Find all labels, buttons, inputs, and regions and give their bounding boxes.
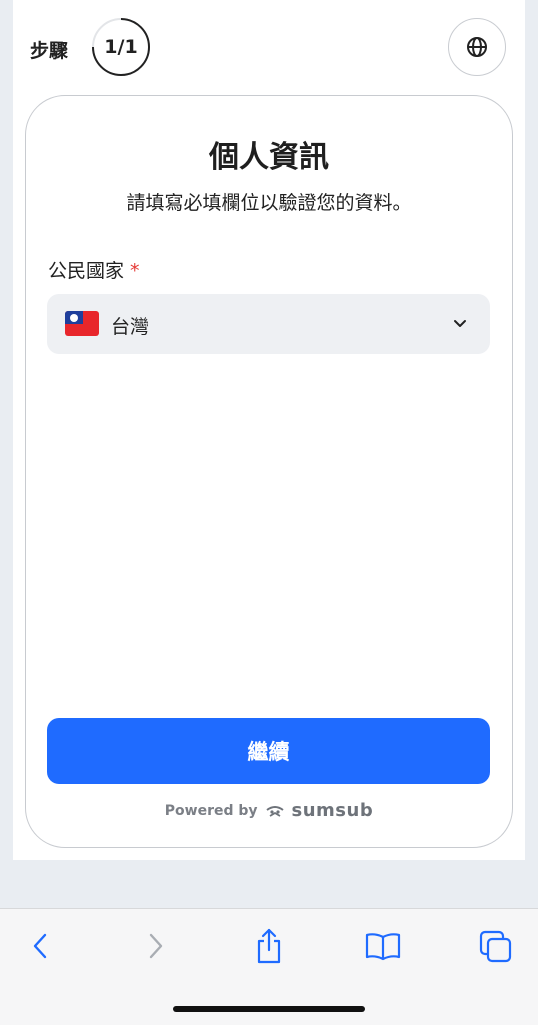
citizenship-label-text: 公民國家 bbox=[48, 260, 125, 282]
citizenship-select[interactable]: 台灣 bbox=[47, 294, 490, 354]
home-indicator bbox=[173, 1006, 365, 1012]
taiwan-flag-icon bbox=[65, 311, 99, 336]
chevron-right-icon[interactable] bbox=[146, 931, 166, 961]
citizenship-selected-value: 台灣 bbox=[111, 316, 150, 338]
page-title: 個人資訊 bbox=[209, 140, 329, 175]
chevron-down-icon bbox=[454, 320, 466, 327]
citizenship-label: 公民國家 * bbox=[48, 256, 140, 283]
share-icon[interactable] bbox=[254, 927, 284, 965]
step-progress-indicator: 1/1 bbox=[91, 17, 151, 77]
book-icon[interactable] bbox=[364, 931, 402, 961]
continue-button[interactable]: 繼續 bbox=[47, 718, 490, 784]
chevron-left-icon[interactable] bbox=[30, 931, 50, 961]
tabs-icon[interactable] bbox=[478, 929, 514, 965]
globe-icon bbox=[467, 37, 487, 57]
step-label: 步驟 bbox=[30, 40, 69, 62]
step-count: 1/1 bbox=[104, 36, 138, 58]
sumsub-logo-icon bbox=[265, 805, 284, 817]
language-button[interactable] bbox=[448, 18, 506, 76]
required-mark: * bbox=[130, 260, 140, 282]
powered-by: Powered by sumsub bbox=[0, 800, 538, 821]
page-subtitle: 請填寫必填欄位以驗證您的資料。 bbox=[126, 192, 412, 214]
brand-name: sumsub bbox=[291, 800, 374, 821]
powered-by-text: Powered by bbox=[164, 802, 258, 819]
